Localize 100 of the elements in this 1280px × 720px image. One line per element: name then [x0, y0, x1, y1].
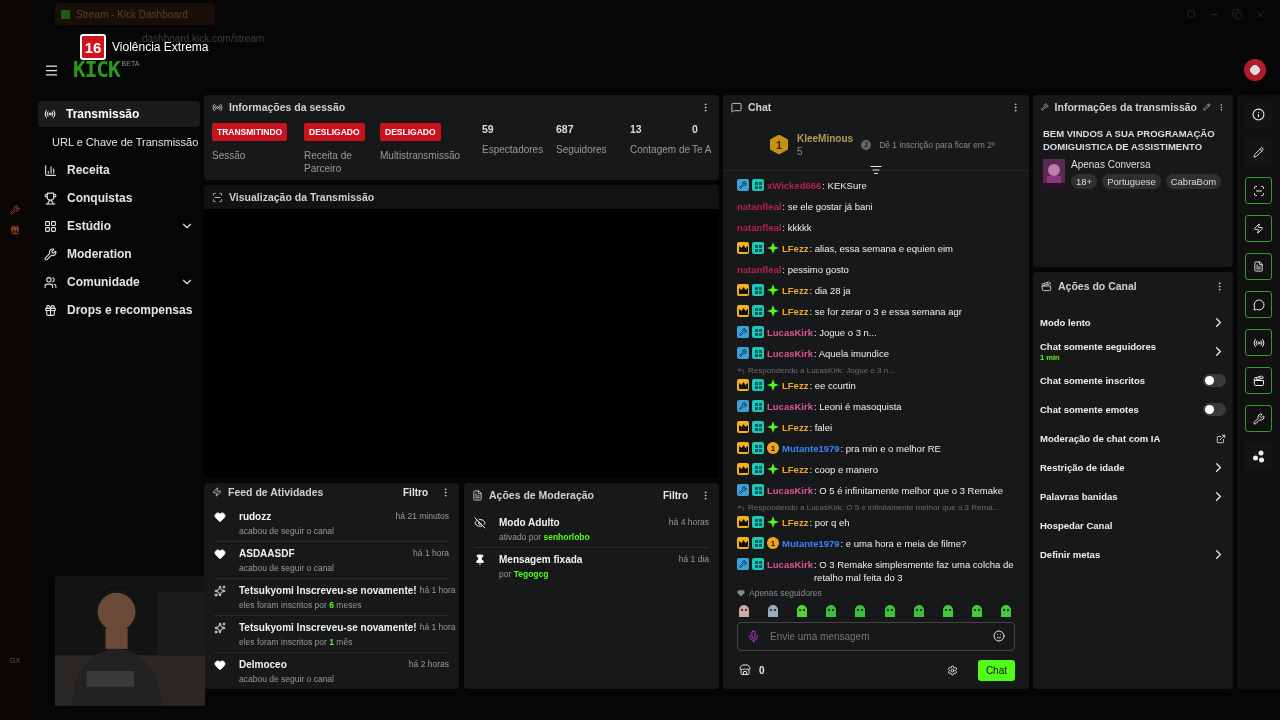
chat-message-text: : Leoni é masoquista — [813, 400, 903, 413]
stat-label: Seguidores — [556, 143, 608, 156]
activity-detail: eles foram inscritos por 1 mês — [239, 637, 354, 647]
panel-title: Chat — [748, 101, 772, 113]
channel-action[interactable]: Modo lento — [1040, 308, 1226, 337]
channel-action[interactable]: Hospedar Canal — [1040, 511, 1226, 540]
activity-time: há 1 dia — [678, 554, 709, 564]
stream-title: BEM VINDOS A SUA PROGRAMAÇÃO DOMIGUISTICA DE ASSISTIMENTO — [1042, 127, 1216, 154]
channel-action[interactable]: Palavras banidas — [1040, 482, 1226, 511]
stat-value: 687 — [556, 123, 575, 135]
chat-message-text: : falei — [809, 421, 834, 434]
chat-send-button[interactable]: Chat — [977, 659, 1015, 681]
chat-username[interactable]: LFezz — [782, 305, 809, 318]
chat-message-text: : O 3 Remake simplesmente faz uma colcha de retalho mal feita do 3 — [813, 558, 1015, 584]
filter-button[interactable]: Filtro — [657, 488, 694, 502]
filter-button[interactable]: Filtro — [397, 485, 434, 499]
stat-value: 13 — [630, 123, 643, 135]
activity-title: Delmoceo — [239, 659, 288, 670]
gifter-badge: 1 — [767, 442, 779, 454]
sidebar-item[interactable]: Estúdio — [38, 213, 200, 239]
activity-time: há 2 horas — [408, 659, 449, 669]
sidebar-item[interactable]: Transmissão — [38, 101, 200, 127]
sidebar-item[interactable]: Drops e recompensas — [38, 297, 200, 323]
panel-title: Ações de Moderação — [489, 489, 595, 501]
chat-message-text: : kkkkk — [782, 221, 813, 234]
chat-username[interactable]: LFezz — [782, 242, 809, 255]
channel-action[interactable]: Definir metas — [1040, 540, 1226, 569]
activity-title: Tetsukyomi Inscreveu-se novamente! — [239, 622, 417, 633]
sidebar-item[interactable]: Conquistas — [38, 185, 200, 211]
chat-username[interactable]: LucasKirk — [767, 326, 813, 339]
chat-username[interactable]: Mutante1979 — [782, 537, 840, 550]
logo[interactable]: KICK — [73, 58, 120, 82]
chat-message-text: : se ele gostar já bani — [782, 200, 874, 213]
activity-time: há 1 hora — [419, 585, 456, 595]
message-field[interactable]: Envie uma mensagem — [737, 622, 1015, 651]
chat-username[interactable]: LFezz — [782, 421, 809, 434]
channel-action[interactable]: Chat somente inscritos — [1040, 366, 1226, 395]
age-rating-badge: 16 — [80, 34, 106, 60]
reply-note: Respondendo a LucasKirk: O 5 é infinitamente melhor que o 3 Rema... — [748, 503, 1000, 512]
chat-message-text: : Jogue o 3 n... — [813, 326, 878, 339]
tag[interactable]: 18+ — [1071, 174, 1098, 189]
chat-message-text: : dia 28 ja — [809, 284, 852, 297]
panel-title: Feed de Atividades — [228, 486, 324, 498]
activity-title: rudozz — [239, 511, 273, 522]
chat-mode: Apenas seguidores — [749, 588, 822, 598]
chat-username[interactable]: LFezz — [782, 516, 809, 529]
chat-username[interactable]: LucasKirk — [767, 400, 813, 413]
reply-note: Respondendo a LucasKirk: Jogue o 3 n... — [748, 366, 895, 375]
stat-label: Te A — [692, 143, 713, 156]
chat-message-text: : pra min e o melhor RE — [840, 442, 942, 455]
status-badge: DESLIGADO — [380, 123, 441, 141]
activity-title: Modo Adulto — [499, 517, 561, 528]
activity-detail: acabou de seguir o canal — [239, 563, 335, 573]
activity-time: há 1 hora — [419, 622, 456, 632]
activity-title: Mensagem fixada — [499, 554, 584, 565]
sidebar-item[interactable]: URL e Chave de Transmissão — [38, 129, 200, 155]
chat-username[interactable]: LucasKirk — [767, 558, 813, 571]
leader-name: KleeMinous — [797, 132, 854, 144]
leader-count: 5 — [797, 145, 804, 157]
sidebar-item[interactable]: Receita — [38, 157, 200, 183]
tag[interactable]: CabraBom — [1165, 174, 1222, 189]
stat-label: Contagem de — [630, 143, 692, 156]
chat-message-text: : Aquela imundice — [813, 347, 890, 360]
chat-username[interactable]: LucasKirk — [767, 484, 813, 497]
chat-message-text: : ee ccurtin — [809, 379, 857, 392]
chat-message-text: : pessimo gosto — [782, 263, 850, 276]
activity-detail: acabou de seguir o canal — [239, 526, 335, 536]
chat-username[interactable]: LucasKirk — [767, 347, 813, 360]
stat-label: Receita de Parceiro — [304, 149, 353, 175]
tag[interactable]: Portuguese — [1102, 174, 1161, 189]
channel-action[interactable]: Moderação de chat com IA — [1040, 424, 1226, 453]
status-badge: TRANSMITINDO — [212, 123, 288, 141]
category-name[interactable]: Apenas Conversa — [1071, 159, 1222, 170]
activity-detail: por Tegogcg — [499, 569, 550, 579]
panel-title: Informações da sessão — [229, 101, 346, 113]
chat-message-text: : O 5 é infinitamente melhor que o 3 Remake — [813, 484, 1004, 497]
chat-message-text: : alias, essa semana e equien eim — [809, 242, 955, 255]
activity-title: ASDAASDF — [239, 548, 296, 559]
activity-time: há 1 hora — [413, 548, 449, 558]
sidebar-item[interactable]: Moderation — [38, 241, 200, 267]
panel-title: Informações da transmissão — [1054, 101, 1197, 113]
stat-label: Multistransmissão — [380, 149, 462, 162]
stat-label: Espectadores — [482, 143, 545, 156]
chat-username[interactable]: LFezz — [782, 284, 809, 297]
channel-action[interactable]: Restrição de idade — [1040, 453, 1226, 482]
panel-title: Ações do Canal — [1058, 280, 1137, 292]
points-count: 0 — [759, 664, 765, 676]
channel-action[interactable]: Chat somente emotes — [1040, 395, 1226, 424]
chat-username[interactable]: LFezz — [782, 463, 809, 476]
chat-message-text: : por q eh — [809, 516, 851, 529]
sidebar-item[interactable]: Comunidade — [38, 269, 200, 295]
chat-message-text: : KEKSure — [822, 179, 868, 192]
stat-value: 59 — [482, 123, 495, 135]
stat-value: 0 — [692, 123, 699, 135]
activity-time: há 4 horas — [668, 517, 709, 527]
chat-message-text: : coop e manero — [809, 463, 880, 476]
chat-username[interactable]: Mutante1979 — [782, 442, 840, 455]
leader-hint: Dê 1 inscrição para ficar em 2º — [879, 139, 996, 150]
activity-time: há 21 minutos — [395, 511, 449, 521]
chat-username[interactable]: LFezz — [782, 379, 809, 392]
